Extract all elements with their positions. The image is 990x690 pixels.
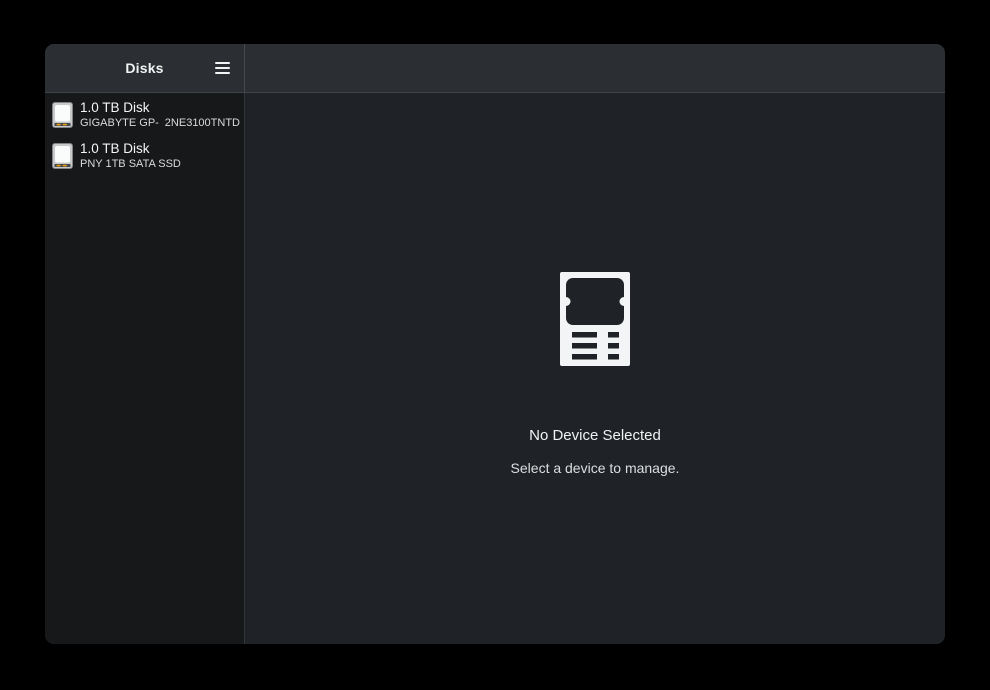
hard-disk-icon (52, 102, 73, 128)
main-headerbar (245, 44, 945, 92)
hard-drive-icon (560, 272, 630, 371)
empty-state-subtitle: Select a device to manage. (511, 460, 680, 476)
empty-state-title: No Device Selected (529, 427, 661, 444)
disk-list-item-pny[interactable]: 1.0 TB Disk PNY 1TB SATA SSD (45, 135, 244, 176)
empty-state: No Device Selected Select a device to ma… (511, 262, 680, 476)
disk-serial: 2NE3100TNTD (165, 117, 240, 130)
sidebar-headerbar: Disks (45, 44, 245, 92)
disks-window: Disks (45, 44, 945, 644)
disk-model: GIGABYTE GP-… (80, 117, 159, 130)
disk-model: PNY 1TB SATA SSD (80, 158, 181, 171)
window-body: 1.0 TB Disk GIGABYTE GP-… 2NE3100TNTD (45, 93, 945, 644)
page-title: Disks (125, 60, 163, 76)
hamburger-menu-icon (215, 62, 230, 74)
disk-title: 1.0 TB Disk (80, 100, 240, 116)
disk-list-item-gigabyte[interactable]: 1.0 TB Disk GIGABYTE GP-… 2NE3100TNTD (45, 94, 244, 135)
menu-button[interactable] (205, 51, 239, 85)
headerbar: Disks (45, 44, 945, 93)
main-content: No Device Selected Select a device to ma… (245, 93, 945, 644)
disk-title: 1.0 TB Disk (80, 141, 240, 157)
hard-disk-icon (52, 143, 73, 169)
disk-list: 1.0 TB Disk GIGABYTE GP-… 2NE3100TNTD (45, 93, 245, 644)
